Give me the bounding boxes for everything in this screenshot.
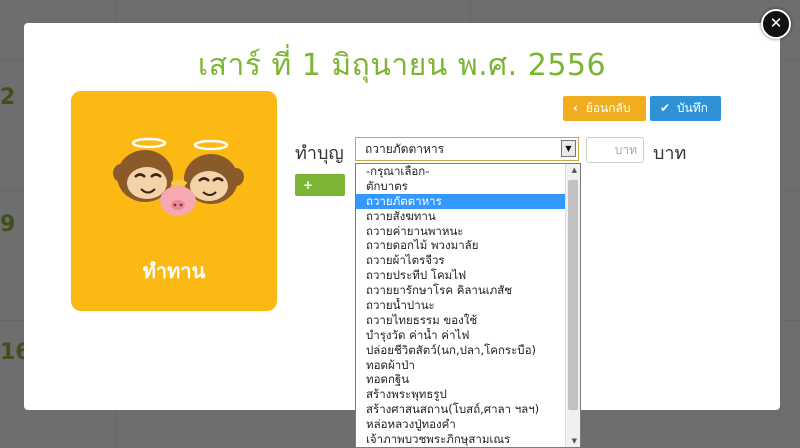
dropdown-option[interactable]: ถวายไทยธรรม ของใช้ — [356, 313, 566, 328]
scroll-up-icon[interactable]: ▲ — [572, 166, 577, 174]
dropdown-option[interactable]: ถวายภัตตาหาร — [356, 193, 566, 209]
dropdown-option[interactable]: เจ้าภาพบวชพระภิกษุสามเณร — [356, 432, 566, 447]
dropdown-option[interactable]: ถวายค่ายานพาหนะ — [356, 224, 566, 239]
dropdown-option[interactable]: ถวายยารักษาโรค คิลานเภสัช — [356, 283, 566, 298]
plus-icon: + — [303, 178, 314, 192]
dropdown-option[interactable]: สร้างศาสนสถาน(โบสถ์,ศาลา ฯลฯ) — [356, 402, 566, 417]
back-button-label: ย้อนกลับ — [585, 101, 631, 115]
category-card: ทำทาน — [71, 91, 277, 311]
dropdown-option[interactable]: -กรุณาเลือก- — [356, 164, 566, 179]
close-icon: ✕ — [769, 14, 783, 32]
merit-type-select[interactable]: ถวายภัตตาหาร ▼ — [355, 137, 579, 161]
chevron-left-icon: ‹ — [573, 101, 578, 115]
dropdown-option[interactable]: ถวายน้ำปานะ — [356, 298, 566, 313]
dropdown-scrollbar[interactable]: ▲ ▼ — [565, 164, 580, 447]
dropdown-option[interactable]: สร้างพระพุทธรูป — [356, 387, 566, 402]
dropdown-option[interactable]: ถวายประทีป โคมไฟ — [356, 268, 566, 283]
category-name: ทำทาน — [142, 259, 206, 283]
merit-type-selected: ถวายภัตตาหาร — [365, 142, 445, 156]
save-button[interactable]: ✔ บันทึก — [650, 96, 721, 121]
dropdown-option[interactable]: ปล่อยชีวิตสัตว์(นก,ปลา,โคกระบือ) — [356, 343, 566, 358]
back-button[interactable]: ‹ ย้อนกลับ — [563, 96, 646, 121]
dropdown-option[interactable]: บำรุงวัด ค่าน้ำ ค่าไฟ — [356, 328, 566, 343]
dropdown-option[interactable]: หล่อหลวงปู่ทองคำ — [356, 417, 566, 432]
merit-label: ทำบุญ — [295, 143, 344, 164]
dropdown-option[interactable]: ถวายดอกไม้ พวงมาลัย — [356, 238, 566, 253]
modal-title: เสาร์ ที่ 1 มิถุนายน พ.ศ. 2556 — [197, 48, 607, 83]
add-button[interactable]: + เพิ่ม — [295, 174, 345, 214]
add-button-label: เพิ่ม — [306, 200, 326, 214]
merit-type-dropdown-list[interactable]: -กรุณาเลือก- ตักบาตร ถวายภัตตาหาร ถวายสังฆท… — [355, 163, 581, 448]
check-icon: ✔ — [660, 101, 671, 115]
monkey-mascot-icon — [113, 137, 244, 216]
dropdown-option[interactable]: ถวายสังฆทาน — [356, 209, 566, 224]
dropdown-option[interactable]: ทอดผ้าป่า — [356, 358, 566, 373]
dropdown-scroll-thumb[interactable] — [568, 180, 578, 410]
currency-unit-label: บาท — [653, 143, 687, 164]
dropdown-option[interactable]: ถวายผ้าไตรจีวร — [356, 253, 566, 268]
amount-input[interactable]: บาท — [586, 137, 644, 163]
dropdown-option[interactable]: ตักบาตร — [356, 179, 566, 194]
close-button[interactable]: ✕ — [761, 9, 791, 39]
save-button-label: บันทึก — [676, 101, 708, 115]
dropdown-option[interactable]: ทอดกฐิน — [356, 372, 566, 387]
chevron-down-icon[interactable]: ▼ — [561, 140, 576, 157]
scroll-down-icon[interactable]: ▼ — [572, 437, 577, 445]
